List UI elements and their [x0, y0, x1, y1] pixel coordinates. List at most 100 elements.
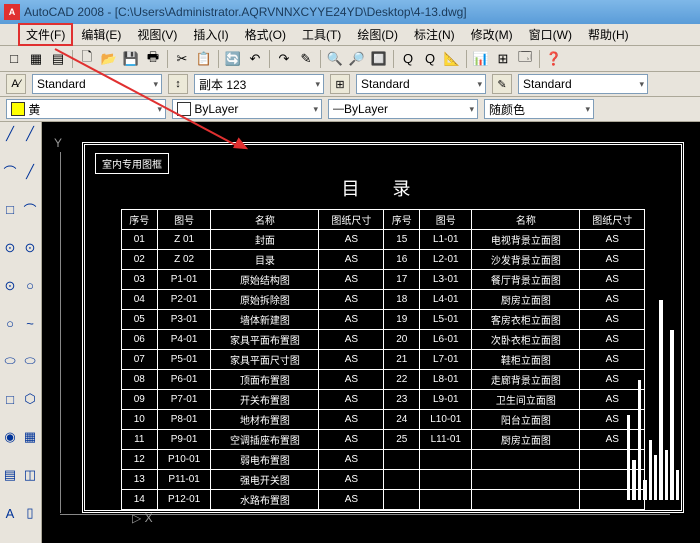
table-header: 序号 — [121, 210, 157, 230]
menu-item[interactable]: 标注(N) — [406, 26, 463, 44]
draw-tool[interactable]: ~ — [20, 314, 40, 334]
draw-tool[interactable]: □ — [0, 200, 20, 220]
table-cell: 阳台立面图 — [472, 410, 580, 430]
table-header: 名称 — [472, 210, 580, 230]
draw-tool[interactable]: ⌒ — [20, 200, 40, 220]
textstyle-dropdown[interactable]: Standard — [32, 74, 162, 94]
table-cell: 20 — [384, 330, 420, 350]
draw-tool[interactable]: ⬭ — [0, 351, 20, 371]
table-cell: 19 — [384, 310, 420, 330]
draw-tool[interactable]: ▯ — [20, 503, 40, 523]
table-cell — [384, 450, 420, 470]
table-cell: AS — [319, 350, 384, 370]
toolbar-button[interactable]: 💾 — [121, 49, 141, 69]
preview-bars — [627, 215, 679, 500]
menu-item[interactable]: 帮助(H) — [580, 26, 637, 44]
table-header: 序号 — [384, 210, 420, 230]
lineweight-dropdown[interactable]: — ByLayer — [328, 99, 478, 119]
menu-item[interactable]: 插入(I) — [185, 26, 236, 44]
toolbar-button[interactable]: 📊 — [471, 49, 491, 69]
toolbar-button[interactable]: Q — [420, 49, 440, 69]
linetype-dropdown[interactable]: ByLayer — [172, 99, 322, 119]
toolbar-button[interactable]: ✂ — [172, 49, 192, 69]
table-cell: P1-01 — [157, 270, 211, 290]
toolbar-button[interactable]: Q — [398, 49, 418, 69]
table-cell: 09 — [121, 390, 157, 410]
draw-tool[interactable]: ╱ — [0, 124, 20, 144]
draw-tool[interactable]: A — [0, 503, 20, 523]
draw-tool[interactable]: ⌒ — [0, 162, 20, 182]
menu-item[interactable]: 窗口(W) — [521, 26, 580, 44]
layer-dropdown[interactable]: 黄 — [6, 99, 166, 119]
toolbar-button[interactable]: 🔄 — [223, 49, 243, 69]
dimstyle-icon[interactable]: ↕ — [168, 74, 188, 94]
table-cell — [384, 490, 420, 510]
table-row: 09P7-01开关布置图AS23L9-01卫生间立面图AS — [121, 390, 644, 410]
menu-item[interactable]: 绘图(D) — [349, 26, 406, 44]
menu-item[interactable]: 修改(M) — [463, 26, 521, 44]
draw-tool[interactable]: ⊙ — [20, 238, 40, 258]
table-cell: 电视背景立面图 — [472, 230, 580, 250]
table-cell: L5-01 — [420, 310, 472, 330]
draw-tool[interactable]: ⊙ — [0, 276, 20, 296]
table-cell: P8-01 — [157, 410, 211, 430]
draw-tool[interactable]: □ — [0, 389, 20, 409]
table-row: 06P4-01家具平面布置图AS20L6-01次卧衣柜立面图AS — [121, 330, 644, 350]
draw-tool[interactable]: ○ — [0, 314, 20, 334]
table-cell: 15 — [384, 230, 420, 250]
toolbar-button[interactable]: ↷ — [274, 49, 294, 69]
table-cell: P12-01 — [157, 490, 211, 510]
menu-item[interactable]: 工具(T) — [294, 26, 349, 44]
drawing-canvas[interactable]: Y ▷ X 室内专用图框 目 录 序号图号名称图纸尺寸序号图号名称图纸尺寸 01… — [42, 122, 700, 543]
draw-tool[interactable]: ▦ — [20, 427, 40, 447]
table-row: 12P10-01弱电布置图AS — [121, 450, 644, 470]
draw-tool[interactable]: ╱ — [20, 162, 40, 182]
menu-item[interactable]: 编辑(E) — [73, 26, 129, 44]
table-row: 05P3-01墙体新建图AS19L5-01客房衣柜立面图AS — [121, 310, 644, 330]
toolbar-button[interactable]: 🖶 — [143, 49, 163, 69]
table-cell: 01 — [121, 230, 157, 250]
table-cell: 空调插座布置图 — [211, 430, 319, 450]
titlebar: A AutoCAD 2008 - [C:\Users\Administrator… — [0, 0, 700, 24]
menu-item[interactable]: 格式(O) — [237, 26, 294, 44]
table-cell: 家具平面尺寸图 — [211, 350, 319, 370]
draw-tool[interactable]: ⬡ — [20, 389, 40, 409]
plotstyle-dropdown[interactable]: 随颜色 — [484, 99, 594, 119]
toolbar-button[interactable]: 🔍 — [325, 49, 345, 69]
toolbar-button[interactable]: 🔎 — [347, 49, 367, 69]
tablestyle-dropdown[interactable]: Standard — [356, 74, 486, 94]
toolbar-button[interactable]: ↶ — [245, 49, 265, 69]
table-cell: L2-01 — [420, 250, 472, 270]
dimstyle-dropdown[interactable]: 副本 123 — [194, 74, 324, 94]
toolbar-button[interactable]: 📋 — [194, 49, 214, 69]
draw-tool[interactable]: ▤ — [0, 465, 20, 485]
toolbar-button[interactable]: 🔲 — [369, 49, 389, 69]
mleader-icon[interactable]: ✎ — [492, 74, 512, 94]
table-cell — [472, 470, 580, 490]
toolbar-button[interactable]: 📐 — [442, 49, 462, 69]
mleaderstyle-dropdown[interactable]: Standard — [518, 74, 648, 94]
toolbar-button[interactable]: ✎ — [296, 49, 316, 69]
style-picker-icon[interactable]: A⁄ — [6, 74, 26, 94]
ucs-y-axis — [60, 152, 61, 513]
menu-file[interactable]: 文件(F) — [18, 23, 73, 46]
toolbar-button[interactable]: ▦ — [26, 49, 46, 69]
table-cell: 厨房立面图 — [472, 290, 580, 310]
table-cell: 21 — [384, 350, 420, 370]
table-cell: Z 02 — [157, 250, 211, 270]
toolbar-button[interactable]: ❓ — [544, 49, 564, 69]
table-cell: 墙体新建图 — [211, 310, 319, 330]
table-cell: 17 — [384, 270, 420, 290]
menu-item[interactable]: 视图(V) — [129, 26, 185, 44]
draw-tool[interactable]: ◫ — [20, 465, 40, 485]
draw-tool[interactable]: ○ — [20, 276, 40, 296]
toolbar-button[interactable]: 🗔 — [515, 49, 535, 69]
draw-tool[interactable]: ╱ — [20, 124, 40, 144]
tablestyle-icon[interactable]: ⊞ — [330, 74, 350, 94]
toolbar-button[interactable]: □ — [4, 49, 24, 69]
draw-tool[interactable]: ⊙ — [0, 238, 20, 258]
draw-tool[interactable]: ⬭ — [20, 351, 40, 371]
toolbar-button[interactable]: 📂 — [99, 49, 119, 69]
toolbar-button[interactable]: ⊞ — [493, 49, 513, 69]
draw-tool[interactable]: ◉ — [0, 427, 20, 447]
